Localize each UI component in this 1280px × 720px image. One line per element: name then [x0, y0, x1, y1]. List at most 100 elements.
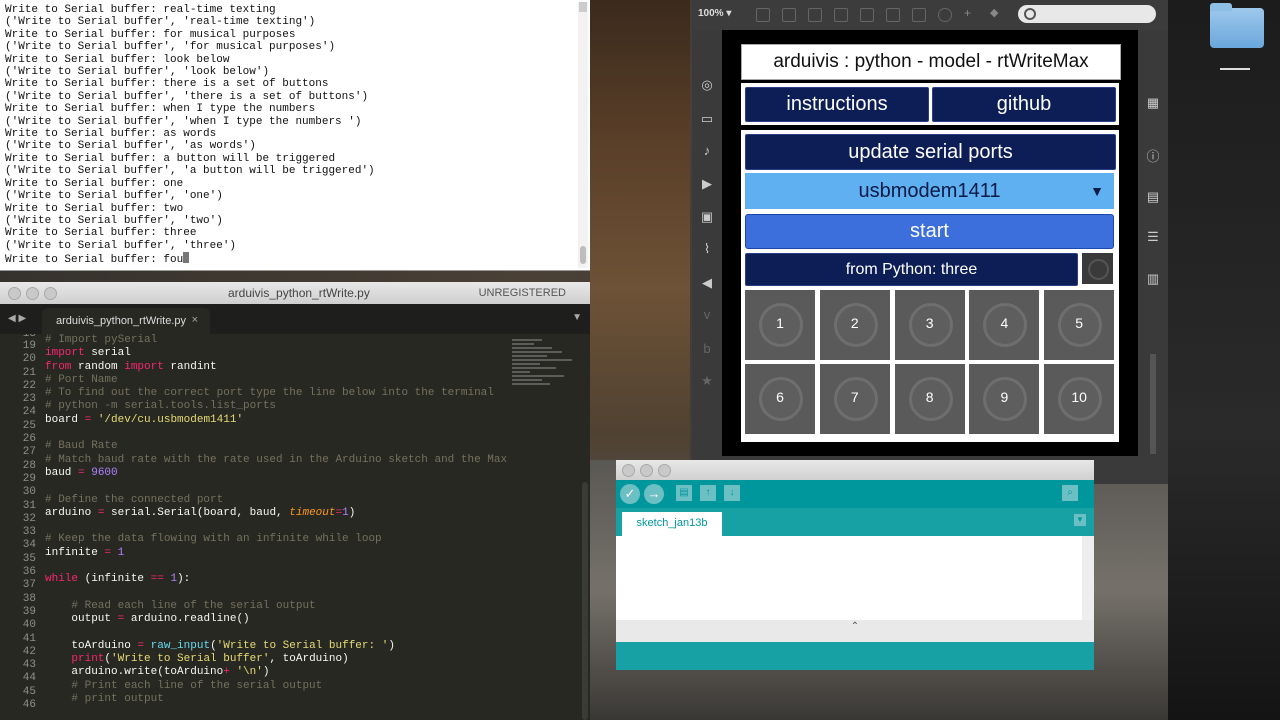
led-indicator[interactable]	[1082, 253, 1113, 284]
tab-menu-icon[interactable]: ▼	[1074, 514, 1086, 526]
editor-scrollbar[interactable]	[582, 482, 588, 720]
video-icon[interactable]: ▶	[700, 177, 714, 191]
editor-window[interactable]: arduivis_python_rtWrite.py UNREGISTERED …	[0, 282, 590, 720]
pad-label: 2	[850, 315, 859, 331]
target-icon[interactable]: ◎	[700, 78, 714, 92]
terminal-input-line[interactable]: Write to Serial buffer: fou	[5, 252, 375, 266]
star-icon[interactable]: ★	[700, 374, 714, 388]
upload-icon[interactable]: →	[644, 484, 664, 504]
terminal-line: Write to Serial buffer: two	[5, 202, 184, 215]
console-divider[interactable]: ⌃	[616, 620, 1094, 642]
image-icon[interactable]: ▣	[700, 210, 714, 224]
toolbar-icon[interactable]	[860, 8, 874, 22]
arduino-window[interactable]: ✓ → ▤ ↑ ↓ ⌕ sketch_jan13b ▼ ⌃	[616, 460, 1094, 670]
toolbar-icon[interactable]	[834, 8, 848, 22]
instructions-button[interactable]: instructions	[745, 87, 929, 122]
toolbar-icon[interactable]	[808, 8, 822, 22]
line-number: 37	[22, 579, 36, 592]
unregistered-label: UNREGISTERED	[478, 287, 566, 299]
dropdown-arrow-icon[interactable]: ▼	[1090, 173, 1104, 209]
close-icon[interactable]	[8, 287, 21, 300]
music-icon[interactable]: ♪	[700, 144, 714, 158]
toolbar-icon[interactable]	[756, 8, 770, 22]
pad-button-7[interactable]: 7	[819, 364, 890, 434]
v-icon[interactable]: v	[700, 308, 714, 322]
pad-label: 4	[1000, 315, 1009, 331]
terminal-line: ('Write to Serial buffer', 'two')	[5, 214, 223, 227]
controls-panel: update serial ports usbmodem1411 ▼ start…	[741, 130, 1119, 442]
line-number: 40	[22, 619, 36, 632]
pad-label: 10	[1071, 389, 1087, 405]
terminal-line: ('Write to Serial buffer', 'when I type …	[5, 115, 362, 128]
line-number: 27	[22, 446, 36, 459]
new-icon[interactable]: ▤	[676, 485, 692, 501]
pad-button-6[interactable]: 6	[745, 364, 815, 434]
close-icon[interactable]	[622, 464, 635, 477]
search-input[interactable]	[1018, 5, 1156, 23]
pad-label: 1	[776, 315, 784, 331]
pad-button-3[interactable]: 3	[894, 290, 965, 360]
info-icon[interactable]: ⓘ	[1146, 150, 1160, 164]
zoom-icon[interactable]	[658, 464, 671, 477]
verify-icon[interactable]: ✓	[620, 484, 640, 504]
desktop-background-right	[1168, 0, 1280, 720]
terminal-output: Write to Serial buffer: real-time textin…	[5, 4, 375, 267]
patch-canvas: arduivis : python - model - rtWriteMax i…	[722, 30, 1138, 456]
paint-icon[interactable]: ◆	[990, 8, 1002, 20]
reference-icon[interactable]: ▥	[1146, 272, 1160, 286]
zoom-level[interactable]: 100% ▾	[698, 8, 731, 19]
minimize-icon[interactable]	[640, 464, 653, 477]
terminal-line: Write to Serial buffer: a button will be…	[5, 152, 336, 165]
serial-monitor-icon[interactable]: ⌕	[1062, 485, 1078, 501]
tab-nav-icon[interactable]: ◀ ▶	[8, 313, 26, 324]
github-button[interactable]: github	[932, 87, 1116, 122]
minimize-icon[interactable]	[26, 287, 39, 300]
add-icon[interactable]: +	[964, 7, 976, 20]
open-icon[interactable]: ↑	[700, 485, 716, 501]
tab-file[interactable]: arduivis_python_rtWrite.py ×	[42, 308, 210, 334]
pad-button-8[interactable]: 8	[894, 364, 965, 434]
b-icon[interactable]: b	[700, 342, 714, 356]
zoom-icon[interactable]	[44, 287, 57, 300]
terminal-line: ('Write to Serial buffer', 'one')	[5, 190, 223, 203]
plugin-icon[interactable]: ◀	[700, 276, 714, 290]
pad-button-9[interactable]: 9	[969, 364, 1040, 434]
tab-close-icon[interactable]: ×	[192, 314, 198, 326]
toolbar-icon[interactable]	[938, 8, 952, 22]
serial-port-menu[interactable]: usbmodem1411 ▼	[745, 173, 1114, 209]
toolbar-icon[interactable]	[886, 8, 900, 22]
list-icon[interactable]: ☰	[1146, 230, 1160, 244]
line-number: 20	[22, 353, 36, 366]
arduino-scrollbar[interactable]	[1082, 536, 1094, 620]
tab-dropdown-icon[interactable]: ▼	[572, 312, 582, 323]
tab-sketch[interactable]: sketch_jan13b	[622, 512, 722, 536]
grid-icon[interactable]: ▦	[1146, 96, 1160, 110]
pad-button-5[interactable]: 5	[1044, 290, 1115, 360]
pad-button-10[interactable]: 10	[1044, 364, 1115, 434]
message-box: from Python: three	[745, 253, 1078, 286]
arduino-editor[interactable]	[616, 536, 1082, 620]
arduino-console	[616, 642, 1094, 670]
book-icon[interactable]: ▤	[1146, 190, 1160, 204]
toolbar-icon[interactable]	[912, 8, 926, 22]
max-patch-window[interactable]: 100% ▾ + ◆ ◎ ▭ ♪ ▶ ▣ ⌇ ◀ v b ★ ▦ ⓘ ▤ ☰ ▥…	[692, 0, 1168, 484]
pad-button-1[interactable]: 1	[745, 290, 815, 360]
pad-label: 9	[1000, 389, 1009, 405]
max-toolbar: 100% ▾ + ◆	[692, 0, 1168, 30]
arduino-tabbar: sketch_jan13b ▼	[616, 508, 1094, 536]
folder-icon[interactable]	[1210, 3, 1264, 48]
save-icon[interactable]: ↓	[724, 485, 740, 501]
toolbar-icon[interactable]	[782, 8, 796, 22]
line-number: 34	[22, 539, 36, 552]
start-button[interactable]: start	[745, 214, 1114, 249]
terminal-scrollbar[interactable]	[578, 2, 588, 268]
paperclip-icon[interactable]: ⌇	[700, 242, 714, 256]
console-icon[interactable]: ▭	[700, 112, 714, 126]
update-serial-ports-button[interactable]: update serial ports	[745, 134, 1116, 170]
code-area[interactable]: # Import pySerial import serial from ran…	[45, 334, 510, 706]
pad-button-4[interactable]: 4	[969, 290, 1040, 360]
minimap[interactable]	[512, 337, 576, 427]
line-number: 29	[22, 472, 36, 485]
pad-button-2[interactable]: 2	[819, 290, 890, 360]
terminal-window[interactable]: Write to Serial buffer: real-time textin…	[0, 0, 590, 271]
